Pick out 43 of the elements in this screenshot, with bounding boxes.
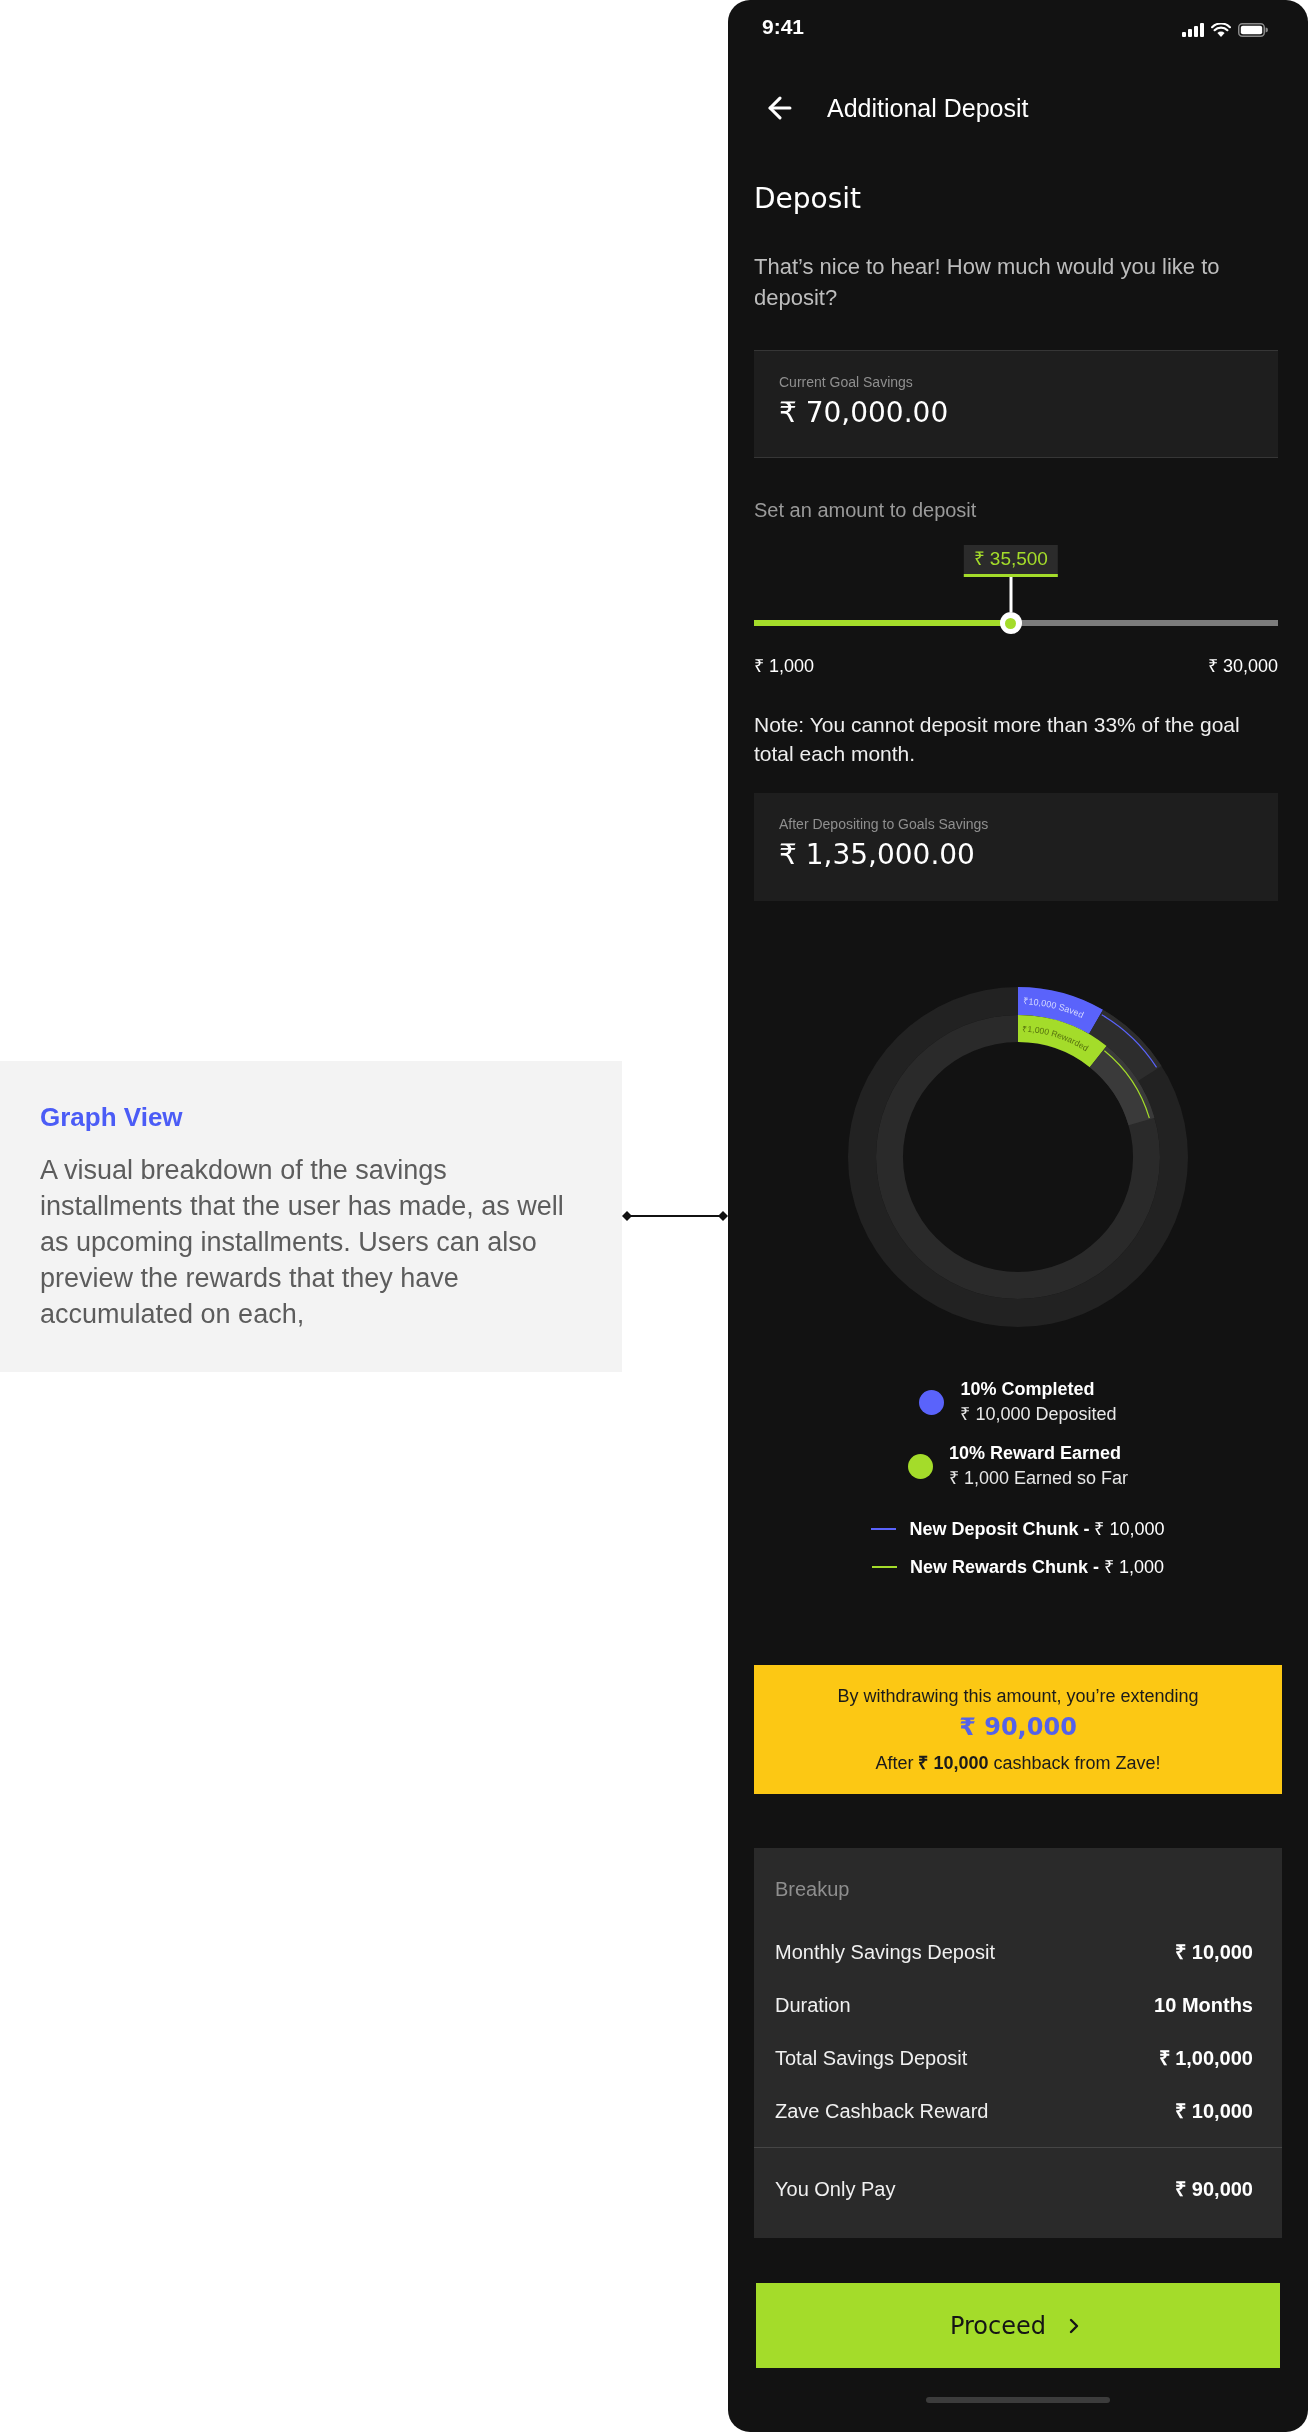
card-amount: ₹ 70,000.00 bbox=[779, 396, 949, 430]
breakup-value: ₹ 10,000 bbox=[1175, 2098, 1253, 2124]
breakup-label: Total Savings Deposit bbox=[775, 2045, 968, 2071]
total-label: You Only Pay bbox=[775, 2176, 896, 2202]
note-text: Note: You cannot deposit more than 33% of the goal total each month. bbox=[754, 712, 1241, 767]
legend-title: 10% Completed bbox=[960, 1378, 1095, 1401]
legend-detail: ₹ 1,000 Earned so Far bbox=[948, 1467, 1129, 1490]
section-heading: Deposit bbox=[754, 181, 862, 217]
breakup-value: 10 Months bbox=[1154, 1992, 1253, 2018]
banner-amount: ₹ 90,000 bbox=[959, 1712, 1077, 1742]
breakup-label: Duration bbox=[775, 1992, 851, 2018]
battery-icon bbox=[1238, 23, 1268, 37]
slider-min-label: ₹ 1,000 bbox=[754, 655, 815, 678]
legend-detail: ₹ 10,000 Deposited bbox=[960, 1403, 1117, 1426]
slider-track[interactable] bbox=[754, 612, 1278, 634]
slider-label: Set an amount to deposit bbox=[754, 498, 977, 523]
proceed-button[interactable]: Proceed bbox=[756, 2283, 1280, 2368]
breakup-label: Zave Cashback Reward bbox=[775, 2098, 989, 2124]
slider-thumb[interactable] bbox=[999, 612, 1022, 634]
card-label: Current Goal Savings bbox=[779, 373, 913, 391]
segment-label: ₹10,000 Saved bbox=[1023, 996, 1086, 1020]
wifi-icon bbox=[1211, 23, 1231, 37]
annotation-title: Graph View bbox=[40, 1101, 183, 1133]
card-label: After Depositing to Goals Savings bbox=[779, 815, 989, 833]
breakup-value: ₹ 10,000 bbox=[1175, 1939, 1253, 1965]
legend-title: 10% Reward Earned bbox=[948, 1442, 1121, 1465]
chunk-legend-text: New Rewards Chunk - ₹ 1,000 bbox=[909, 1556, 1165, 1579]
card-amount: ₹ 1,35,000.00 bbox=[779, 838, 975, 872]
total-value: ₹ 90,000 bbox=[1175, 2176, 1253, 2202]
prompt-text: That’s nice to hear! How much would you like to deposit? bbox=[754, 253, 1221, 312]
breakup-label: Monthly Savings Deposit bbox=[775, 1939, 996, 1965]
breakup-value: ₹ 1,00,000 bbox=[1158, 2045, 1253, 2071]
banner-text: By withdrawing this amount, you’re extending bbox=[837, 1685, 1199, 1708]
banner-note: After ₹ 10,000 cashback from Zave! bbox=[875, 1752, 1161, 1775]
annotation-text: A visual breakdown of the savings installments that the user has made, as well as upcoming installments. Users can also preview the rewards that they have accumulated on each, bbox=[40, 1154, 565, 1331]
status-time: 9:41 bbox=[762, 14, 805, 41]
chunk-legend-text: New Deposit Chunk - ₹ 10,000 bbox=[909, 1518, 1165, 1541]
tooltip-stem-line bbox=[1009, 577, 1013, 612]
screen-title: Additional Deposit bbox=[827, 93, 1029, 124]
breakup-title: Breakup bbox=[775, 1877, 850, 1902]
slider-value-tooltip: ₹ 35,500 bbox=[963, 545, 1058, 577]
signal-icon bbox=[1182, 23, 1204, 37]
slider-max-label: ₹ 30,000 bbox=[1207, 655, 1278, 678]
